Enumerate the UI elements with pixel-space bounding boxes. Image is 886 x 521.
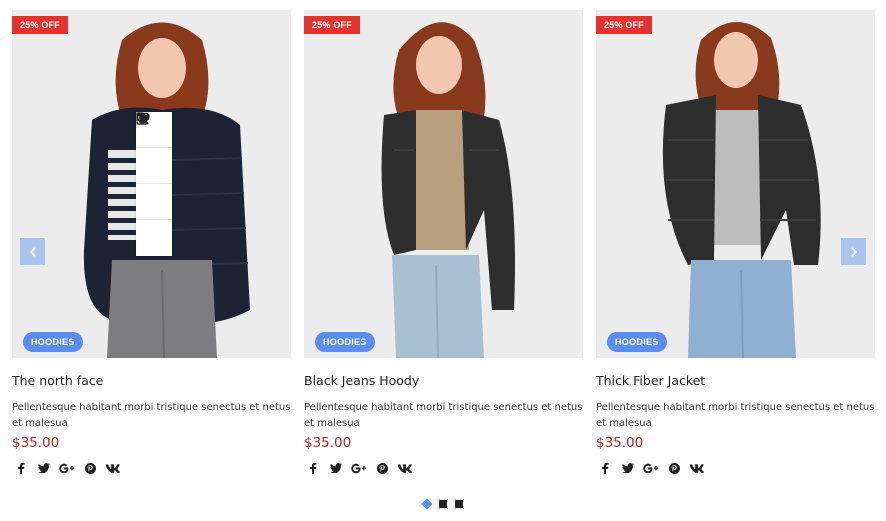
compare-button[interactable] [136, 112, 172, 256]
product-image[interactable]: 25% OFF HOODIES [596, 10, 875, 358]
pinterest-icon[interactable] [665, 459, 683, 477]
product-image[interactable]: 25% OFF HOODIES [304, 10, 583, 358]
product-card: 25% OFF HOODIES Black Jeans Hoody Pellen… [304, 10, 583, 477]
twitter-icon[interactable] [35, 459, 53, 477]
sale-badge: 25% OFF [12, 16, 68, 34]
vk-icon[interactable] [688, 459, 706, 477]
share-links [12, 459, 291, 477]
product-carousel: 25% OFF HOODIES The north face Pellentes… [0, 0, 886, 521]
product-card: 25% OFF HOODIES Thick Fiber Jacket Pelle… [596, 10, 875, 477]
product-description: Pellentesque habitant morbi tristique se… [304, 402, 583, 429]
carousel-pagination [421, 498, 463, 510]
document-icon [136, 112, 147, 125]
product-price: $35.00 [596, 435, 644, 451]
product-image[interactable]: 25% OFF HOODIES [12, 10, 291, 358]
product-description: Pellentesque habitant morbi tristique se… [596, 402, 875, 429]
twitter-icon[interactable] [619, 459, 637, 477]
quick-view-button[interactable] [136, 112, 172, 184]
share-links [596, 459, 875, 477]
quick-actions [136, 112, 172, 256]
product-price: $35.00 [12, 435, 60, 451]
sale-badge: 25% OFF [596, 16, 652, 34]
carousel-next-button[interactable] [841, 238, 866, 265]
model-photo [596, 10, 875, 358]
facebook-icon[interactable] [304, 459, 322, 477]
category-badge[interactable]: HOODIES [23, 332, 83, 352]
product-title[interactable]: Black Jeans Hoody [304, 373, 583, 391]
chevron-left-icon [29, 246, 36, 257]
product-price: $35.00 [304, 435, 352, 451]
pagination-dot-2[interactable] [439, 500, 447, 508]
product-card: 25% OFF HOODIES The north face Pellentes… [12, 10, 291, 477]
pinterest-icon[interactable] [81, 459, 99, 477]
vk-icon[interactable] [104, 459, 122, 477]
product-description: Pellentesque habitant morbi tristique se… [12, 402, 291, 429]
facebook-icon[interactable] [596, 459, 614, 477]
product-title[interactable]: Thick Fiber Jacket [596, 373, 875, 391]
sale-badge: 25% OFF [304, 16, 360, 34]
google-plus-icon[interactable] [58, 459, 76, 477]
model-photo [304, 10, 583, 358]
vk-icon[interactable] [396, 459, 414, 477]
chevron-right-icon [850, 246, 857, 257]
pagination-dot-3[interactable] [455, 500, 463, 508]
google-plus-icon[interactable] [350, 459, 368, 477]
share-links [304, 459, 583, 477]
pinterest-icon[interactable] [373, 459, 391, 477]
carousel-prev-button[interactable] [20, 238, 45, 265]
google-plus-icon[interactable] [642, 459, 660, 477]
pagination-dot-1[interactable] [421, 498, 433, 510]
facebook-icon[interactable] [12, 459, 30, 477]
category-badge[interactable]: HOODIES [607, 332, 667, 352]
add-to-cart-button[interactable] [136, 112, 172, 220]
product-title[interactable]: The north face [12, 373, 291, 391]
category-badge[interactable]: HOODIES [315, 332, 375, 352]
twitter-icon[interactable] [327, 459, 345, 477]
